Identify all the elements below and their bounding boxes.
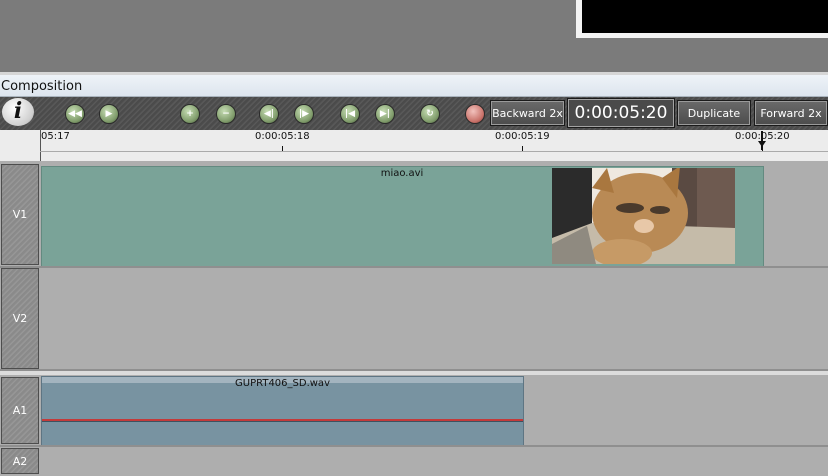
forward-2x-label: Forward 2x	[760, 106, 822, 120]
rewind-icon: ◀◀	[68, 108, 82, 119]
plus-icon: +	[186, 108, 194, 119]
preview-screen	[582, 0, 828, 33]
track-label: A1	[12, 404, 28, 417]
ruler-baseline	[40, 151, 828, 152]
backward-2x-button[interactable]: Backward 2x	[490, 100, 565, 126]
logo-glyph: i	[13, 98, 23, 124]
clip-thumbnail	[552, 168, 735, 264]
play-icon: ▶	[105, 108, 113, 119]
timeline-ruler[interactable]: 05:17 0:00:05:18 0:00:05:19 0:00:05:20	[0, 130, 828, 161]
forward-2x-button[interactable]: Forward 2x	[754, 100, 828, 126]
ruler-label: 05:17	[41, 131, 70, 142]
go-to-start-button[interactable]: |◀	[340, 104, 360, 124]
composition-title-bar: Composition	[0, 75, 828, 97]
preview-area	[0, 0, 828, 72]
audio-clip[interactable]: GUPRT406_SD.wav	[41, 376, 524, 447]
backward-2x-label: Backward 2x	[492, 106, 563, 120]
track-label: A2	[12, 454, 28, 468]
mark-in-button[interactable]: ◀|	[259, 104, 279, 124]
transport-toolbar: i ◀◀ ▶ + − ◀| |▶ |◀ ▶| ↻ Backward 2x 0:0…	[0, 97, 828, 131]
play-button[interactable]: ▶	[99, 104, 119, 124]
window-title: Composition	[1, 79, 83, 94]
rewind-button[interactable]: ◀◀	[65, 104, 85, 124]
timecode-display: 0:00:05:20	[567, 98, 675, 128]
minus-icon: −	[222, 108, 230, 119]
duplicate-button[interactable]: Duplicate	[677, 100, 751, 126]
loop-button[interactable]: ↻	[420, 104, 440, 124]
app-logo: i	[2, 98, 34, 126]
skip-end-icon: ▶|	[379, 108, 391, 119]
preview-monitor	[576, 0, 828, 38]
video-clip[interactable]: miao.avi	[41, 166, 764, 267]
clip-name: GUPRT406_SD.wav	[235, 378, 330, 389]
go-to-end-button[interactable]: ▶|	[375, 104, 395, 124]
track-separator	[0, 266, 828, 268]
track-header-a1[interactable]: A1	[1, 377, 39, 444]
zoom-in-button[interactable]: +	[180, 104, 200, 124]
skip-start-icon: |◀	[344, 108, 356, 119]
track-label: V2	[12, 312, 28, 325]
track-header-v1[interactable]: V1	[1, 164, 39, 265]
ruler-label: 0:00:05:19	[495, 131, 550, 142]
mark-out-button[interactable]: |▶	[294, 104, 314, 124]
audio-waveform-line	[42, 421, 523, 422]
track-separator	[0, 445, 828, 447]
track-header-a2[interactable]: A2	[1, 448, 39, 474]
record-button[interactable]	[465, 104, 485, 124]
track-label: V1	[12, 208, 28, 221]
timecode-value: 0:00:05:20	[574, 103, 668, 123]
duplicate-label: Duplicate	[687, 106, 741, 120]
zoom-out-button[interactable]: −	[216, 104, 236, 124]
video-audio-separator	[0, 371, 828, 375]
mark-out-icon: |▶	[298, 108, 310, 119]
mark-in-icon: ◀|	[263, 108, 275, 119]
playhead-marker[interactable]	[758, 131, 766, 150]
ruler-label: 0:00:05:18	[255, 131, 310, 142]
loop-icon: ↻	[426, 108, 434, 119]
track-header-v2[interactable]: V2	[1, 268, 39, 369]
timeline-tracks: V1 miao.avi V2 A1 GUPRT406_SD.wav A2	[0, 161, 828, 476]
cat-thumbnail-image	[552, 168, 735, 264]
